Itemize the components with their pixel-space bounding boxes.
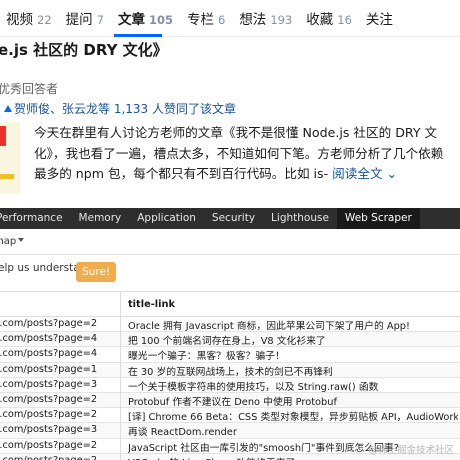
- tab-count: 16: [337, 13, 352, 27]
- tab-videos[interactable]: 视频 22: [6, 8, 52, 28]
- tab-label: 想法: [239, 12, 267, 28]
- tab-label: 提问: [65, 12, 93, 28]
- url-cell: c.com/posts?page=4: [0, 333, 98, 345]
- table-header: title-link: [0, 292, 460, 317]
- table-row: c.com/posts?page=2 Protobuf 作者不建议在 Deno 中…: [0, 392, 460, 409]
- devtools-tab-memory[interactable]: Memory: [71, 208, 130, 229]
- tab-label: 文章: [117, 12, 145, 28]
- article-thumbnail[interactable]: ≡≡: [0, 122, 20, 194]
- title-link-cell: 曝光一个骗子：黑客？极客？骗子！: [128, 351, 285, 363]
- devtools-tab-security[interactable]: Security: [204, 208, 263, 229]
- table-row: c.com/posts?page=4 曝光一个骗子：黑客？极客？骗子！: [0, 347, 460, 363]
- column-header-title-link[interactable]: title-link: [128, 299, 175, 310]
- thumbnail-shape: [0, 174, 14, 179]
- table-body: c.com/posts?page=2 Oracle 拥有 Javascript 商…: [0, 317, 460, 460]
- table-row: c.com/posts?page=2 [译] Chrome 66 Beta：CSS…: [0, 408, 460, 424]
- read-more-link[interactable]: 阅读全文 ⌄: [332, 166, 397, 181]
- tab-count: 22: [37, 13, 52, 27]
- tab-count: 105: [148, 13, 173, 27]
- devtools-tabbar: Performance Memory Application Security …: [0, 208, 460, 229]
- table-row: c.com/posts?page=4 把 100 个前端名词存在身上，V8 文化衫…: [0, 332, 460, 348]
- upvote-icon: [4, 105, 12, 112]
- vote-summary: 贺师俊、张云龙等 1,133 人赞同了该文章: [4, 100, 236, 117]
- article-card: e.js 社区的 DRY 文化》 优秀回答者 贺师俊、张云龙等 1,133 人赞…: [0, 37, 460, 205]
- url-cell: c.com/posts?page=3: [0, 424, 98, 436]
- url-cell: c.com/posts?page=3: [0, 378, 98, 390]
- tab-favorites[interactable]: 收藏 16: [306, 8, 352, 28]
- url-cell: c.com/posts?page=1: [0, 363, 98, 375]
- thumbnail-shape: [0, 126, 6, 146]
- profile-tabs: 视频 22 提问 7 文章 105 专栏 6 想法 193 收藏 16 关注: [0, 0, 460, 37]
- column-divider: [120, 291, 121, 460]
- sure-button[interactable]: Sure!: [76, 262, 117, 282]
- tab-count: 193: [270, 13, 293, 27]
- data-table: title-link c.com/posts?page=2 Oracle 拥有 J…: [0, 291, 460, 460]
- sitemap-dropdown[interactable]: map: [0, 236, 25, 247]
- title-link-cell: 再谈 ReactDom.render: [128, 427, 237, 439]
- tab-articles[interactable]: 文章 105: [118, 8, 173, 28]
- table-row: c.com/posts?page=3 一个关于模板字符串的使用技巧，以及 Stri…: [0, 378, 460, 393]
- title-link-cell: 一个关于模板字符串的使用技巧，以及 String.raw() 函数: [128, 381, 379, 393]
- devtools-tab-web-scraper[interactable]: Web Scraper: [336, 208, 420, 229]
- title-link-cell: [译] Chrome 66 Beta：CSS 类型对象模型，异步剪贴板 API，…: [128, 412, 458, 424]
- table-row: c.com/posts?page=1 在 30 岁的互联网战场上，技术的剑已不再锋…: [0, 362, 460, 378]
- table-row: c.com/posts?page=2 Oracle 拥有 Javascript 商…: [0, 317, 460, 333]
- read-more-label: 阅读全文: [332, 166, 383, 181]
- tab-count: 6: [217, 13, 226, 27]
- url-cell: c.com/posts?page=2: [0, 409, 98, 421]
- url-cell: c.com/posts?page=2: [0, 393, 98, 405]
- tab-thoughts[interactable]: 想法 193: [239, 8, 292, 28]
- url-cell: c.com/posts?page=2: [0, 439, 98, 451]
- title-link-cell: 把 100 个前端名词存在身上，V8 文化衫来了: [128, 336, 326, 348]
- tab-label: 收藏: [306, 12, 334, 28]
- tab-label: 关注: [365, 12, 393, 28]
- tab-label: 视频: [6, 12, 33, 28]
- scraper-toolbar: map: [0, 229, 460, 255]
- tab-label: 专栏: [186, 12, 214, 28]
- author-badge: 优秀回答者: [0, 82, 59, 96]
- article-excerpt[interactable]: 今天在群里有人讨论方老师的文章《我不是很懂 Node.js 社区的 DRY 文化…: [34, 123, 454, 185]
- url-cell: c.com/posts?page=4: [0, 348, 98, 360]
- devtools-tab-performance[interactable]: Performance: [0, 208, 71, 229]
- title-link-cell: 在 30 岁的互联网战场上，技术的剑已不再锋利: [128, 366, 333, 378]
- chevron-down-icon: ⌄: [386, 166, 398, 181]
- devtools-tab-lighthouse[interactable]: Lighthouse: [263, 208, 337, 229]
- article-title[interactable]: e.js 社区的 DRY 文化》: [0, 39, 168, 60]
- tab-count: 7: [96, 13, 104, 27]
- tab-questions[interactable]: 提问 7: [66, 8, 104, 28]
- caret-down-icon: [18, 238, 25, 242]
- sitemap-label: map: [0, 236, 17, 247]
- watermark: @稀土掘金技术社区: [368, 445, 454, 456]
- url-cell: c.com/posts?page=2: [0, 455, 116, 460]
- table-row: c.com/posts?page=3 再谈 ReactDom.render: [0, 423, 460, 439]
- devtools-panel: Performance Memory Application Security …: [0, 208, 460, 460]
- tab-following[interactable]: 关注: [366, 8, 393, 28]
- vote-summary-text[interactable]: 贺师俊、张云龙等 1,133 人赞同了该文章: [14, 102, 236, 116]
- devtools-tab-application[interactable]: Application: [129, 208, 204, 229]
- title-link-cell: Oracle 拥有 Javascript 商标，因此苹果公司下架了用户的 App…: [128, 321, 410, 332]
- title-link-cell: Protobuf 作者不建议在 Deno 中使用 Protobuf: [128, 396, 337, 408]
- url-cell: c.com/posts?page=2: [0, 318, 98, 329]
- tab-columns[interactable]: 专栏 6: [187, 8, 225, 28]
